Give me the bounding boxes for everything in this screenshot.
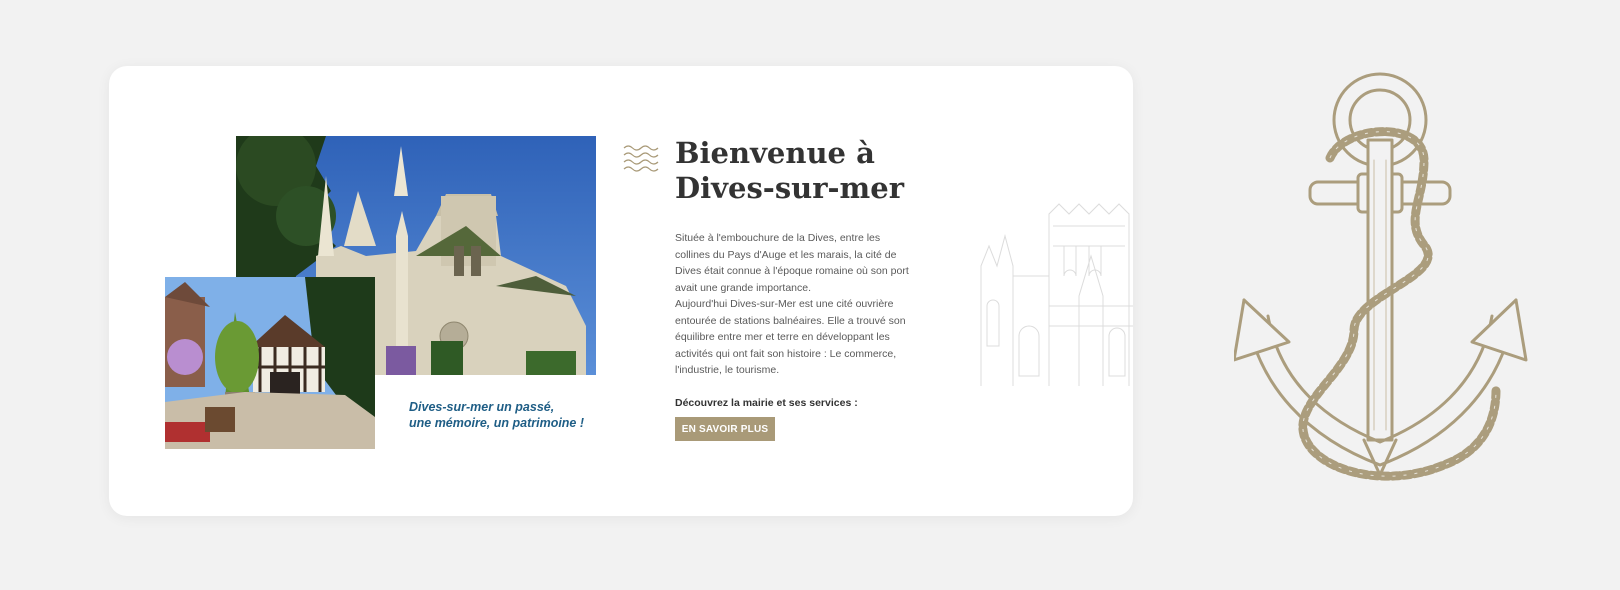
title-line-2: Dives-sur-mer (675, 171, 904, 205)
welcome-card: Dives-sur-mer un passé, une mémoire, un … (109, 66, 1133, 516)
cta-label: Découvrez la mairie et ses services : (675, 397, 858, 409)
description-paragraph-1: Située à l'embouchure de la Dives, entre… (675, 232, 909, 294)
half-timbered-house-photo (165, 277, 375, 449)
page-title: Bienvenue à Dives-sur-mer (675, 136, 975, 206)
anchor-illustration (1234, 72, 1528, 481)
welcome-description: Située à l'embouchure de la Dives, entre… (675, 230, 915, 379)
title-line-1: Bienvenue à (675, 136, 875, 170)
learn-more-button[interactable]: EN SAVOIR PLUS (675, 417, 775, 441)
church-sketch (980, 203, 1133, 386)
heritage-caption: Dives-sur-mer un passé, une mémoire, un … (409, 399, 609, 431)
waves-icon (623, 145, 659, 172)
caption-line-2: une mémoire, un patrimoine ! (409, 416, 585, 430)
description-paragraph-2: Aujourd'hui Dives-sur-Mer est une cité o… (675, 298, 906, 376)
caption-line-1: Dives-sur-mer un passé, (409, 400, 555, 414)
